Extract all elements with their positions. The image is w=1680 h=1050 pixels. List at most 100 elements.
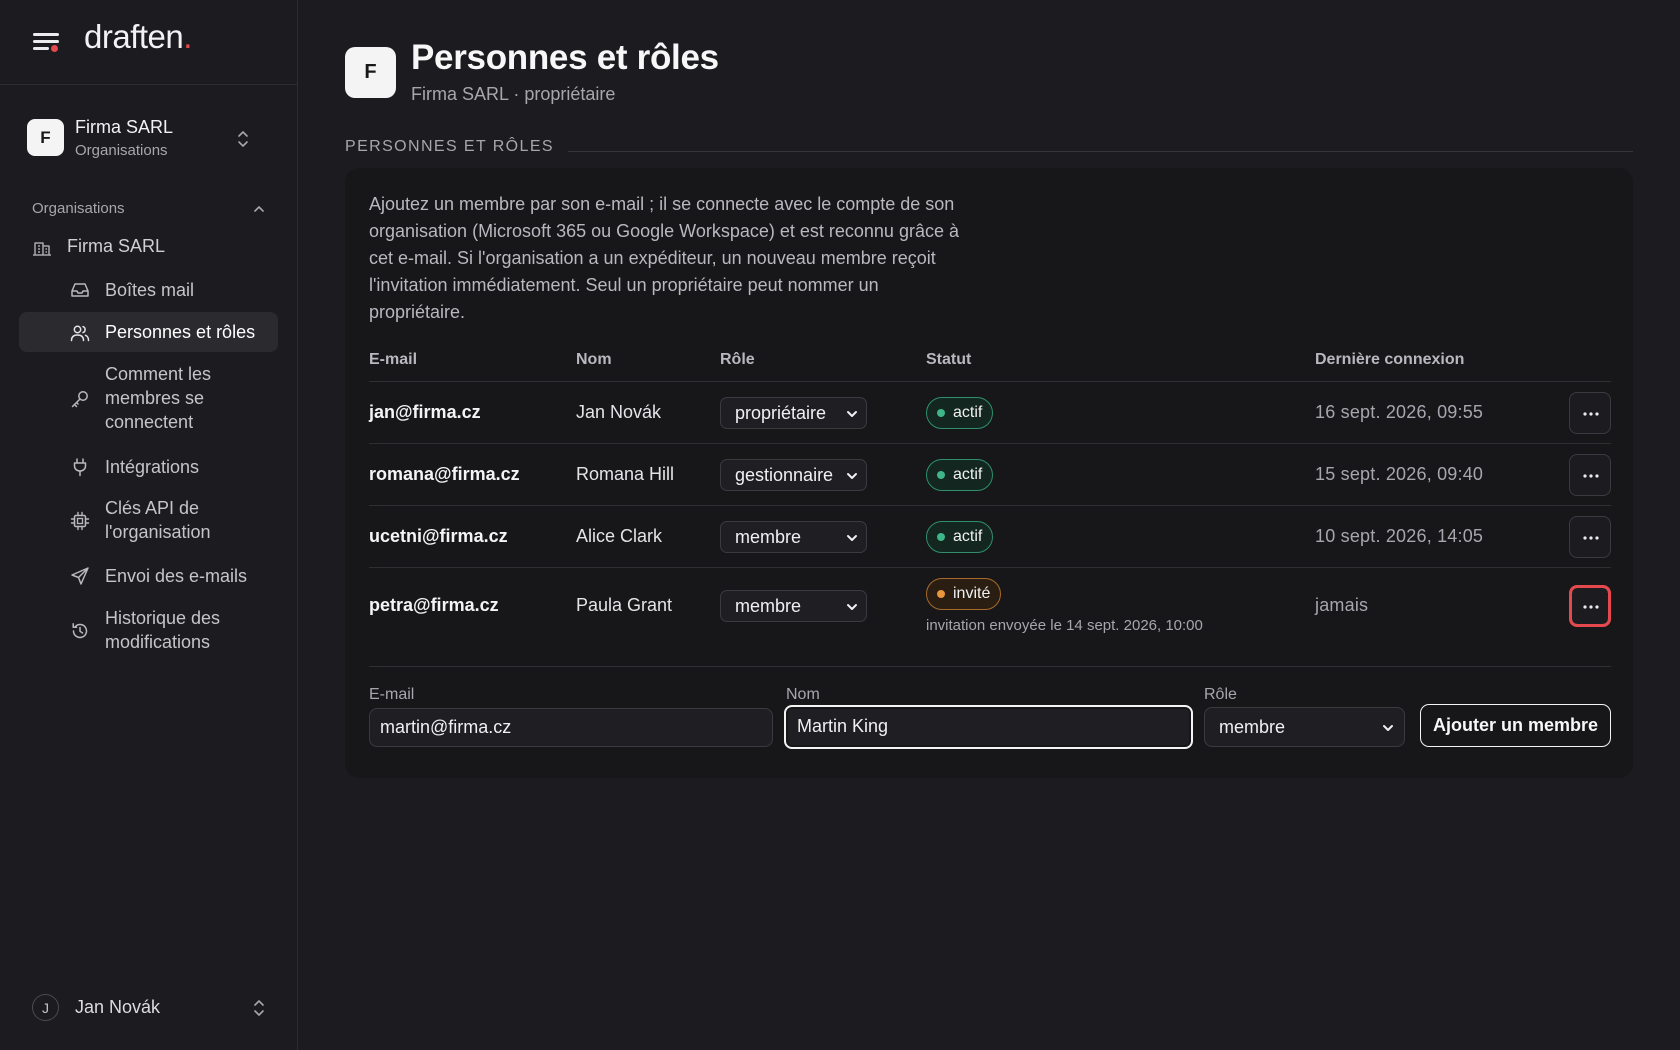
last-login: 15 sept. 2026, 09:40 xyxy=(1315,464,1484,484)
member-name: Jan Novák xyxy=(576,402,662,422)
inbox-icon xyxy=(71,283,89,297)
sidebar-item-label: Firma SARL xyxy=(67,236,166,256)
role-select[interactable]: gestionnaire xyxy=(720,459,867,491)
user-name: Jan Novák xyxy=(75,997,161,1017)
sidebar-item-label: Intégrations xyxy=(105,457,200,477)
sidebar: draften. F Firma SARL Organisations Orga… xyxy=(0,0,298,1050)
last-login: 16 sept. 2026, 09:55 xyxy=(1315,402,1484,422)
chevron-down-icon xyxy=(1383,725,1393,731)
add-member-button[interactable]: Ajouter un membre xyxy=(1420,704,1611,747)
member-email: jan@firma.cz xyxy=(369,402,481,422)
status-badge-label: actif xyxy=(953,528,983,545)
status-badge-label: invité xyxy=(953,585,991,602)
column-header-email: E-mail xyxy=(369,351,418,368)
table-row: jan@firma.cz Jan Novák propriétaire acti… xyxy=(369,381,1611,443)
member-name: Romana Hill xyxy=(576,464,675,484)
divider xyxy=(545,151,1633,152)
history-icon xyxy=(72,623,88,639)
column-header-status: Statut xyxy=(926,351,972,368)
sidebar-item-label: Historique des modifications xyxy=(105,608,221,652)
table-row: romana@firma.cz Romana Hill gestionnaire… xyxy=(369,443,1611,505)
key-icon xyxy=(71,391,88,408)
role-field-value: membre xyxy=(1219,717,1286,737)
building-icon xyxy=(33,242,51,256)
column-header-role: Rôle xyxy=(720,351,755,368)
sidebar-item-label: Comment les membres se connectent xyxy=(105,364,212,432)
name-field-label: Nom xyxy=(786,686,820,703)
member-name: Alice Clark xyxy=(576,526,663,546)
status-badge-label: actif xyxy=(953,466,983,483)
sidebar-item-label: Boîtes mail xyxy=(105,280,195,300)
user-menu[interactable]: J Jan Novák xyxy=(32,994,266,1022)
row-actions-button[interactable] xyxy=(1569,585,1611,627)
name-field[interactable]: Martin King xyxy=(784,705,1193,749)
sidebar-section-label: Organisations xyxy=(32,200,125,217)
section-title: PERSONNES ET RÔLES xyxy=(345,138,568,156)
sidebar-item-history[interactable]: Historique des modifications xyxy=(19,606,278,656)
page-subtitle: Firma SARL · propriétaire xyxy=(411,84,616,104)
more-horizontal-icon xyxy=(1583,474,1599,478)
sidebar-item-org[interactable]: Firma SARL xyxy=(32,234,262,262)
role-select[interactable]: propriétaire xyxy=(720,397,867,429)
sidebar-item-sign-in-methods[interactable]: Comment les membres se connectent xyxy=(19,362,278,436)
table-row: petra@firma.cz Paula Grant membre invité… xyxy=(369,567,1611,652)
member-email: petra@firma.cz xyxy=(369,595,499,615)
status-badge: actif xyxy=(926,459,994,491)
invitation-note: invitation envoyée le 14 sept. 2026, 10:… xyxy=(926,617,1203,634)
chevron-up-icon xyxy=(254,206,264,212)
org-switcher-subtitle: Organisations xyxy=(75,142,168,159)
status-badge: actif xyxy=(926,521,994,553)
chip-icon xyxy=(70,511,90,531)
chevron-updown-icon xyxy=(238,131,248,147)
sidebar-section-organisations[interactable]: Organisations xyxy=(32,200,266,222)
status-badge-label: actif xyxy=(953,404,983,421)
role-select-value: membre xyxy=(735,596,802,616)
member-name: Paula Grant xyxy=(576,595,673,615)
last-login: 10 sept. 2026, 14:05 xyxy=(1315,526,1484,546)
chevron-updown-icon xyxy=(254,1000,264,1016)
row-actions-button[interactable] xyxy=(1569,392,1611,434)
chevron-down-icon xyxy=(847,535,857,541)
users-icon xyxy=(70,325,90,342)
org-avatar: F xyxy=(27,119,64,156)
more-horizontal-icon xyxy=(1583,605,1599,609)
table-row: ucetni@firma.cz Alice Clark membre actif… xyxy=(369,505,1611,567)
people-card: Ajoutez un membre par son e-mail ; il se… xyxy=(345,168,1633,778)
role-select[interactable]: membre xyxy=(720,590,867,622)
plug-icon xyxy=(73,458,87,477)
org-switcher-name: Firma SARL xyxy=(75,117,174,137)
brand-header: draften. xyxy=(0,0,297,85)
member-email: ucetni@firma.cz xyxy=(369,526,508,546)
role-select-value: propriétaire xyxy=(735,403,827,423)
brand-logo[interactable]: draften. xyxy=(84,18,192,56)
divider xyxy=(369,666,1611,667)
org-switcher[interactable]: F Firma SARL Organisations xyxy=(27,113,272,165)
role-select-value: gestionnaire xyxy=(735,465,834,485)
role-select-value: membre xyxy=(735,527,802,547)
section-header: PERSONNES ET RÔLES xyxy=(345,137,1633,157)
more-horizontal-icon xyxy=(1583,412,1599,416)
more-horizontal-icon xyxy=(1583,536,1599,540)
chevron-down-icon xyxy=(847,473,857,479)
sidebar-item-integrations[interactable]: Intégrations xyxy=(19,453,278,481)
sidebar-item-api-keys[interactable]: Clés API de l'organisation xyxy=(19,496,278,546)
sidebar-item-label: Envoi des e-mails xyxy=(105,566,248,586)
intro-text: Ajoutez un membre par son e-mail ; il se… xyxy=(369,194,959,322)
avatar: J xyxy=(32,994,59,1021)
page-title: Personnes et rôles xyxy=(411,38,719,77)
row-actions-button[interactable] xyxy=(1569,516,1611,558)
role-field-select[interactable]: membre xyxy=(1204,707,1405,747)
menu-icon[interactable] xyxy=(33,31,59,53)
sidebar-item-mailboxes[interactable]: Boîtes mail xyxy=(19,275,278,305)
email-field[interactable]: martin@firma.cz xyxy=(369,708,773,747)
sidebar-item-people-roles[interactable]: Personnes et rôles xyxy=(19,312,278,352)
sidebar-item-label: Clés API de l'organisation xyxy=(105,498,211,542)
sidebar-item-email-sending[interactable]: Envoi des e-mails xyxy=(19,562,278,590)
email-field-label: E-mail xyxy=(369,686,415,703)
status-badge: actif xyxy=(926,397,994,429)
role-select[interactable]: membre xyxy=(720,521,867,553)
last-login: jamais xyxy=(1315,595,1369,615)
member-email: romana@firma.cz xyxy=(369,464,520,484)
column-header-name: Nom xyxy=(576,351,612,368)
row-actions-button[interactable] xyxy=(1569,454,1611,496)
